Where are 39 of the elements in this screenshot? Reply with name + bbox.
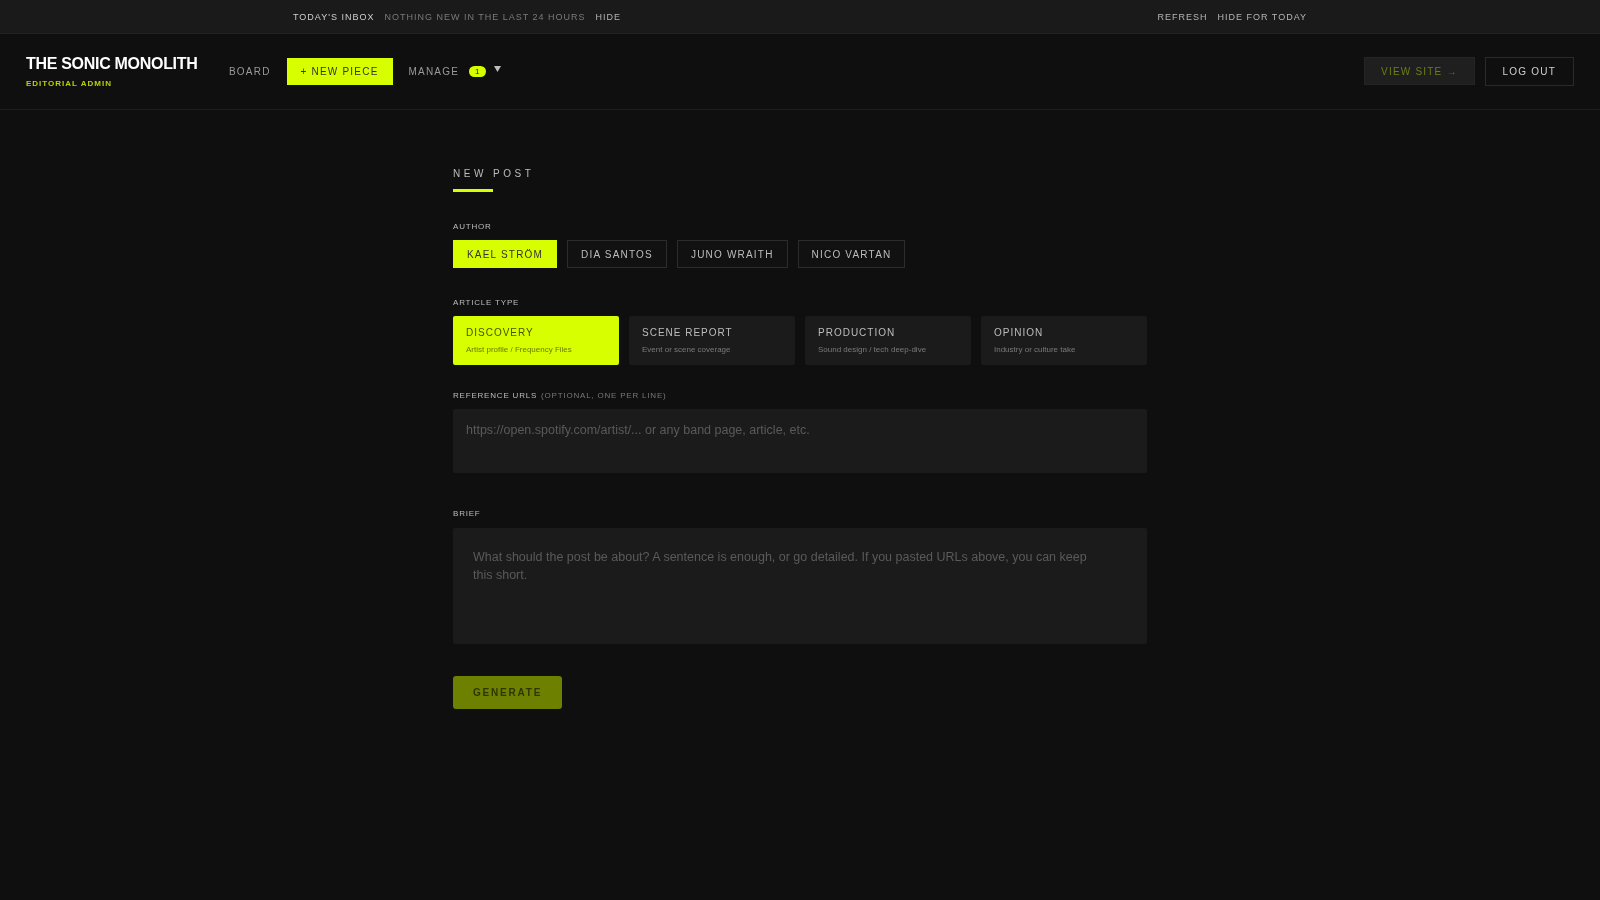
view-site-button[interactable]: VIEW SITE → [1364,57,1475,85]
manage-menu[interactable]: MANAGE [408,66,460,77]
board-link[interactable]: BOARD [229,66,271,77]
new-piece-button[interactable]: + NEW PIECE [286,58,393,85]
type-description: Event or scene coverage [642,345,732,354]
type-name: PRODUCTION [818,327,897,338]
title-underline [453,189,493,192]
type-name: OPINION [994,327,1045,338]
type-name: DISCOVERY [466,327,535,338]
page-title: NEW POST [453,168,535,179]
inbox-title: TODAY'S INBOX [293,11,375,22]
field-label: REFERENCE URLS [453,391,538,400]
site-subtitle: EDITORIAL ADMIN [26,79,113,88]
caret-icon[interactable] [493,65,501,72]
type-description: Industry or culture take [994,345,1077,354]
refresh-link[interactable]: REFRESH [1157,11,1208,22]
author-option[interactable]: KAEL STRÖM [453,240,558,268]
author-option[interactable]: DIA SANTOS [567,240,667,268]
hide-for-today-link[interactable]: HIDE FOR TODAY [1217,11,1307,22]
type-description: Sound design / tech deep-dive [818,345,928,354]
type-description: Artist profile / Frequency Files [466,345,573,354]
log-out-button[interactable]: LOG OUT [1484,57,1574,86]
inbox-message: NOTHING NEW IN THE LAST 24 HOURS [384,11,586,22]
article-type-card[interactable]: DISCOVERY Artist profile / Frequency Files [453,316,619,365]
brief-field[interactable]: What should the post be about? A sentence is enough, or go detailed. If you pasted URLs above, you can keep this short. [453,528,1147,644]
site-title: THE SONIC MONOLITH [26,55,199,73]
author-option[interactable]: JUNO WRAITH [676,240,788,268]
field-label: BRIEF [453,509,481,518]
author-option[interactable]: NICO VARTAN [797,240,906,268]
article-type-card[interactable]: PRODUCTION Sound design / tech deep-dive [805,316,971,365]
type-name: SCENE REPORT [642,327,734,338]
hide-link[interactable]: HIDE [595,11,622,22]
count-badge: 1 [469,66,486,77]
article-type-card[interactable]: OPINION Industry or culture take [981,316,1147,365]
field-hint: (OPTIONAL, ONE PER LINE) [541,391,667,400]
article-type-card[interactable]: SCENE REPORT Event or scene coverage [629,316,795,365]
reference-urls-field[interactable]: https://open.spotify.com/artist/... or any band page, article, etc. [453,409,1147,473]
field-label: ARTICLE TYPE [453,298,520,307]
field-label: AUTHOR [453,222,492,231]
